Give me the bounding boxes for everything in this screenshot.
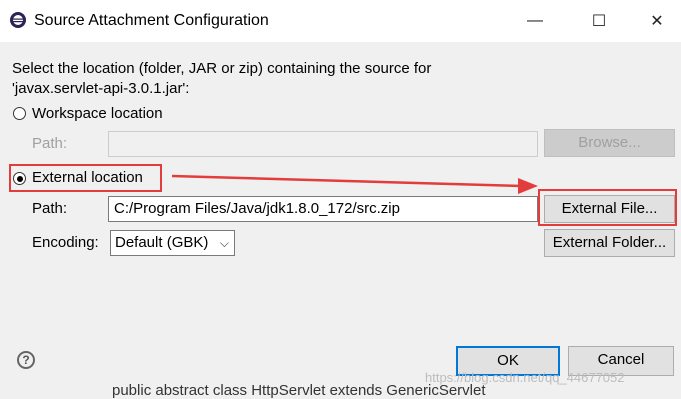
chevron-down-icon: ⌵ [219, 236, 229, 250]
external-folder-button[interactable]: External Folder... [544, 229, 675, 257]
external-path-input[interactable]: C:/Program Files/Java/jdk1.8.0_172/src.z… [108, 196, 538, 222]
help-icon[interactable]: ? [17, 351, 35, 369]
external-file-button[interactable]: External File... [544, 195, 675, 223]
background-code-text: public abstract class HttpServlet extend… [112, 382, 486, 399]
encoding-select[interactable]: Default (GBK) ⌵ [110, 230, 235, 256]
encoding-value: Default (GBK) [115, 234, 209, 251]
external-path-label: Path: [32, 200, 68, 217]
encoding-label: Encoding: [32, 234, 99, 251]
